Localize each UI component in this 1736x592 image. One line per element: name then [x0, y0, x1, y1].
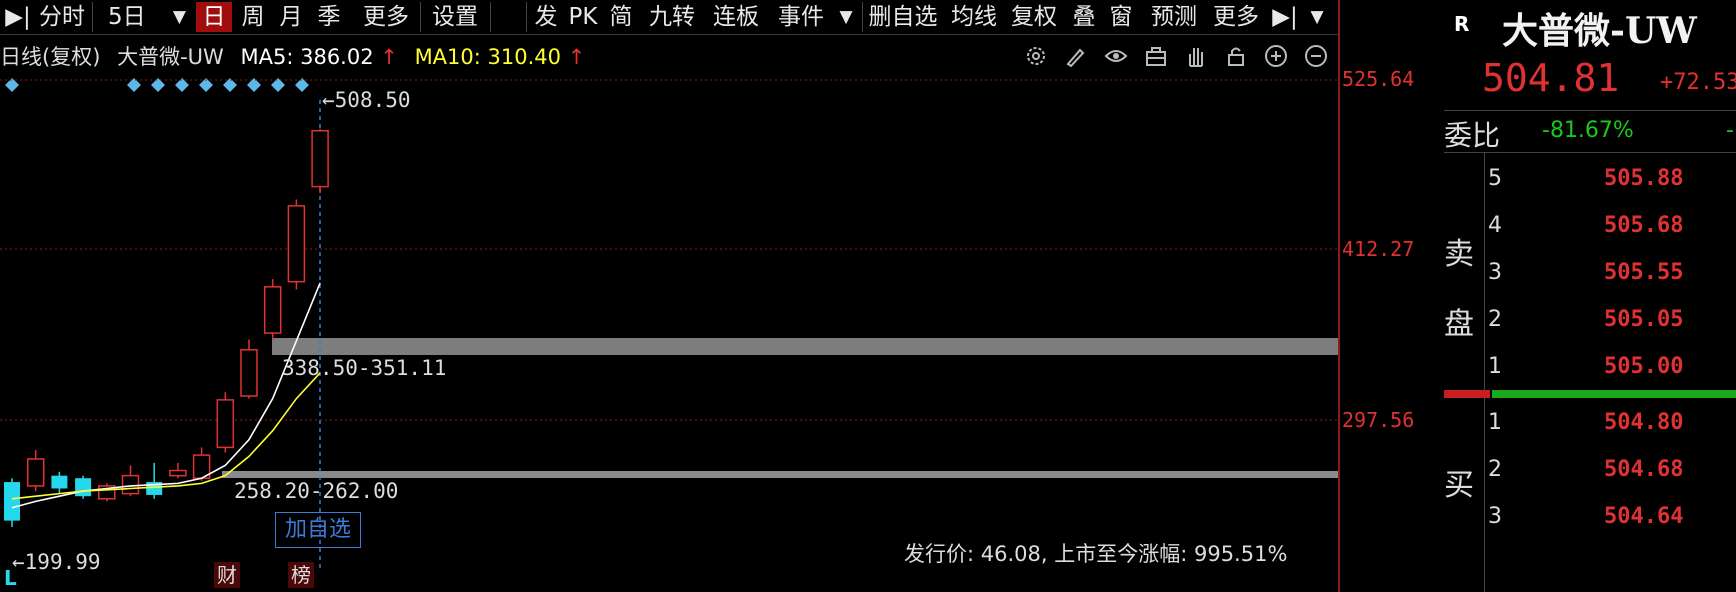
y-tick-top: 525.64 [1342, 67, 1415, 91]
candle-body[interactable] [287, 205, 306, 283]
buy-level-row[interactable]: 1 504.80 [1488, 410, 1736, 440]
diamond-marker[interactable] [127, 78, 141, 92]
y-axis-line [1338, 0, 1340, 592]
add-watchlist-button[interactable]: 加自选 [275, 512, 361, 548]
kline-chart[interactable] [0, 0, 1338, 592]
level-price: 504.68 [1604, 457, 1684, 482]
high-price-label: ←508.50 [322, 88, 411, 112]
candle-body[interactable] [121, 474, 140, 495]
level-number: 3 [1488, 504, 1502, 529]
wei-extra: - [1726, 118, 1734, 143]
buy-side-label: 买 [1444, 468, 1474, 503]
sell-label-1: 卖 [1444, 237, 1474, 272]
level-number: 2 [1488, 457, 1502, 482]
stock-title: 大普微-UW [1502, 10, 1697, 52]
sell-level-row[interactable]: 5 505.88 [1488, 166, 1736, 196]
zone-band-upper[interactable] [272, 338, 1338, 355]
depth-bar-red [1444, 390, 1490, 398]
candle-body[interactable] [26, 458, 45, 487]
buy-level-row[interactable]: 3 504.64 [1488, 504, 1736, 534]
wei-value: -81.67% [1542, 118, 1634, 143]
marker-cai[interactable]: 财 [214, 562, 240, 588]
candle-body[interactable] [51, 475, 68, 489]
candle-body[interactable] [240, 349, 258, 397]
level-number: 2 [1488, 307, 1502, 332]
candle-body[interactable] [169, 469, 187, 477]
diamond-marker[interactable] [247, 78, 261, 92]
candle-body[interactable] [311, 129, 329, 188]
level-number: 1 [1488, 410, 1502, 435]
level-price: 504.80 [1604, 410, 1684, 435]
level-price: 505.88 [1604, 166, 1684, 191]
zone-upper-label: 338.50-351.11 [282, 356, 447, 380]
zone-lower-label: 258.20-262.00 [234, 479, 399, 503]
level-price: 505.55 [1604, 260, 1684, 285]
level-price: 505.05 [1604, 307, 1684, 332]
ipo-info: 发行价: 46.08, 上市至今涨幅: 995.51% [904, 542, 1288, 566]
sell-level-row[interactable]: 4 505.68 [1488, 213, 1736, 243]
candle-body[interactable] [4, 482, 20, 521]
candle-body[interactable] [216, 399, 235, 449]
sell-level-row[interactable]: 3 505.55 [1488, 260, 1736, 290]
level-number: 1 [1488, 354, 1502, 379]
sell-side-label: 卖 盘 [1444, 220, 1474, 360]
y-tick-low: 297.56 [1342, 408, 1415, 432]
diamond-marker[interactable] [271, 78, 285, 92]
zone-band-lower[interactable] [222, 471, 1338, 478]
level-number: 4 [1488, 213, 1502, 238]
sell-label-2: 盘 [1444, 307, 1474, 342]
r-badge: R [1454, 12, 1470, 36]
low-price-label: ←199.99 [12, 550, 101, 574]
level-price: 505.68 [1604, 213, 1684, 238]
level-number: 5 [1488, 166, 1502, 191]
quote-panel: R 大普微-UW 504.81 +72.53 委比 -81.67% - 卖 盘 … [1444, 0, 1736, 592]
buy-level-row[interactable]: 2 504.68 [1488, 457, 1736, 487]
level-number: 3 [1488, 260, 1502, 285]
marker-l[interactable]: L [4, 566, 17, 590]
marker-bang[interactable]: 榜 [288, 562, 314, 588]
candles-group [4, 128, 329, 528]
candle-body[interactable] [75, 478, 92, 497]
y-tick-mid: 412.27 [1342, 237, 1415, 261]
diamond-marker[interactable] [151, 78, 165, 92]
current-price: 504.81 [1482, 56, 1620, 100]
candle-body[interactable] [263, 286, 282, 334]
sell-level-row[interactable]: 1 505.00 [1488, 354, 1736, 384]
depth-bar-green [1492, 390, 1736, 398]
sell-level-row[interactable]: 2 505.05 [1488, 307, 1736, 337]
wei-label: 委比 [1444, 119, 1501, 152]
level-price: 504.64 [1604, 504, 1684, 529]
level-price: 505.00 [1604, 354, 1684, 379]
price-change: +72.53 [1660, 70, 1736, 95]
